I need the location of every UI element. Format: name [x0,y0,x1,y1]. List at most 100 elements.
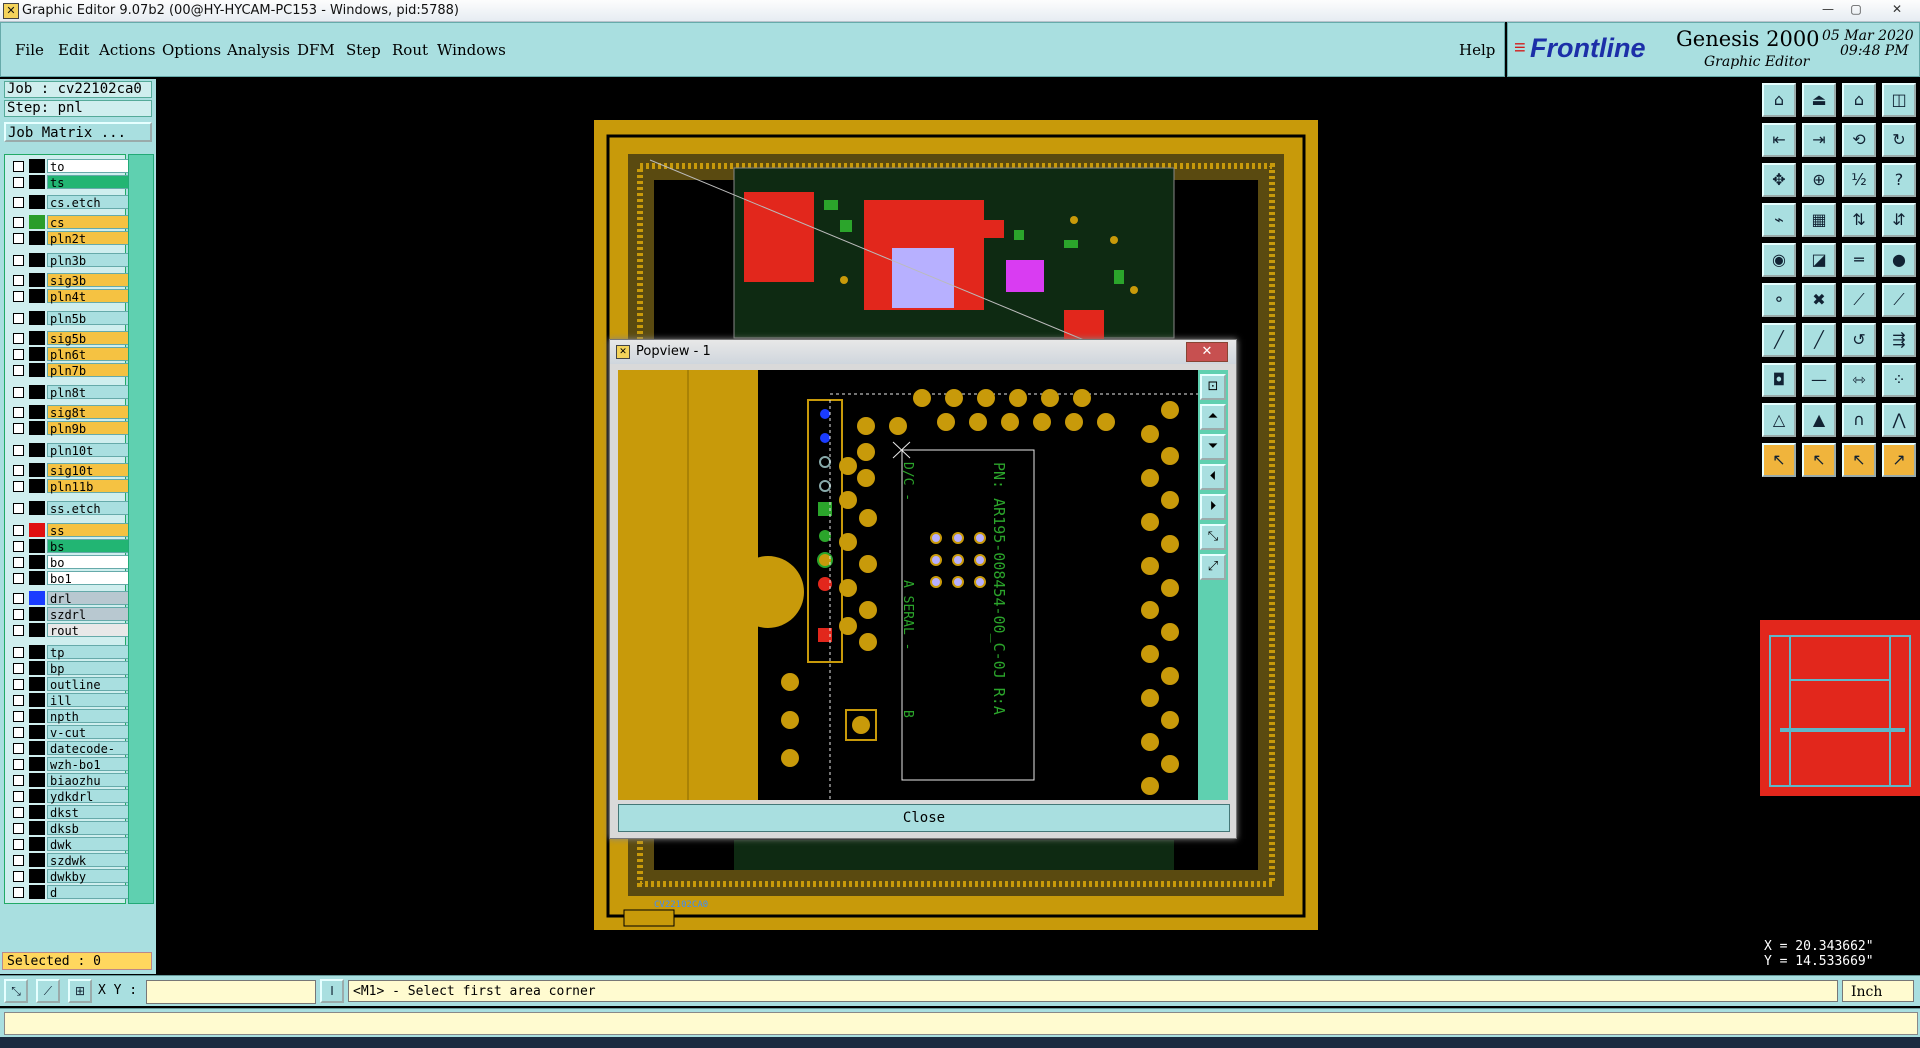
layer-color-swatch[interactable] [29,195,45,209]
layer-color-swatch[interactable] [29,363,45,377]
menu-windows[interactable]: Windows [437,41,506,59]
layer-color-swatch[interactable] [29,555,45,569]
pointer-icon[interactable]: ↖ [1762,443,1796,477]
layer-color-swatch[interactable] [29,231,45,245]
layer-color-swatch[interactable] [29,443,45,457]
layer-name[interactable]: outline [47,677,131,692]
layer-color-swatch[interactable] [29,725,45,739]
layer-row-cs[interactable]: cs [9,215,131,230]
layer-color-swatch[interactable] [29,479,45,493]
layer-name[interactable]: pln3b [47,253,131,268]
pointer-select-icon[interactable]: ↖ [1802,443,1836,477]
layer-row-ss-etch[interactable]: ss.etch [9,501,131,516]
layer-name[interactable]: pln5b [47,311,131,326]
layer-row-sig5b[interactable]: sig5b [9,331,131,346]
layer-color-swatch[interactable] [29,347,45,361]
layer-name[interactable]: datecode-pbo [47,741,131,770]
menu-actions[interactable]: Actions [99,41,155,59]
xy-input[interactable] [146,980,316,1004]
popview-pan-right-icon[interactable]: ⏵ [1200,494,1226,520]
layer-color-swatch[interactable] [29,159,45,173]
layer-name[interactable]: biaozhu [47,773,131,788]
layer-row-sig3b[interactable]: sig3b [9,273,131,288]
popview-zoom-out-icon[interactable]: ⤡ [1200,524,1226,550]
layer-list-scrollbar[interactable] [128,154,154,904]
layer-checkbox[interactable] [13,711,24,722]
layer-color-swatch[interactable] [29,289,45,303]
zoom-fit-icon[interactable]: ⊕ [1802,163,1836,197]
layer-checkbox[interactable] [13,465,24,476]
home-icon[interactable]: ⌂ [1762,83,1796,117]
layer-color-swatch[interactable] [29,869,45,883]
layer-name[interactable]: wzh-bo1 [47,757,131,772]
layer-color-swatch[interactable] [29,789,45,803]
popview-zoom-fit-icon[interactable]: ⊡ [1200,374,1226,400]
layer-row-dwkby[interactable]: dwkby [9,869,131,884]
layer-color-swatch[interactable] [29,821,45,835]
layer-row-ydkdrl[interactable]: ydkdrl [9,789,131,804]
layer-color-swatch[interactable] [29,385,45,399]
layer-checkbox[interactable] [13,445,24,456]
layer-row-pln2t[interactable]: pln2t [9,231,131,246]
layer-color-swatch[interactable] [29,175,45,189]
layer-name[interactable]: v-cut [47,725,131,740]
layer-checkbox[interactable] [13,503,24,514]
menu-help[interactable]: Help [1459,41,1495,59]
layer-checkbox[interactable] [13,871,24,882]
layer-name[interactable]: sig8t [47,405,131,420]
layer-name[interactable]: szdwk [47,853,131,868]
layer-checkbox[interactable] [13,775,24,786]
layer-checkbox[interactable] [13,333,24,344]
layer-name[interactable]: pln10t [47,443,131,458]
layer-checkbox[interactable] [13,855,24,866]
layer-checkbox[interactable] [13,177,24,188]
layer-name[interactable]: pln11b [47,479,131,494]
layer-row-pln6t[interactable]: pln6t [9,347,131,362]
layer-row-dwk[interactable]: dwk [9,837,131,852]
layer-color-swatch[interactable] [29,311,45,325]
layer-checkbox[interactable] [13,365,24,376]
layer-name[interactable]: tp [47,645,131,660]
layer-name[interactable]: bo [47,555,131,570]
units-selector[interactable]: Inch [1842,980,1914,1002]
layer-checkbox[interactable] [13,573,24,584]
layer-row-dkst[interactable]: dkst [9,805,131,820]
layer-color-swatch[interactable] [29,215,45,229]
layer-checkbox[interactable] [13,387,24,398]
layer-color-swatch[interactable] [29,805,45,819]
grid-icon[interactable]: ▦ [1802,203,1836,237]
help-icon[interactable]: ? [1882,163,1916,197]
measure-icon[interactable]: ◪ [1802,243,1836,277]
layer-row-pln3b[interactable]: pln3b [9,253,131,268]
layer-name[interactable]: rout [47,623,131,638]
up-icon[interactable]: ▲ [1802,403,1836,437]
layer-checkbox[interactable] [13,743,24,754]
layer-name[interactable]: drl [47,591,131,606]
layer-color-swatch[interactable] [29,623,45,637]
layer-checkbox[interactable] [13,609,24,620]
menu-file[interactable]: File [15,41,44,59]
layer-name[interactable]: pln8t [47,385,131,400]
arch-icon[interactable]: ∩ [1842,403,1876,437]
layer-name[interactable]: pln4t [47,289,131,304]
layer-checkbox[interactable] [13,807,24,818]
layer-color-swatch[interactable] [29,773,45,787]
layer-name[interactable]: ts [47,175,131,190]
layer-row-bp[interactable]: bp [9,661,131,676]
layer-row-szdwk[interactable]: szdwk [9,853,131,868]
grid-icon[interactable]: ⊞ [68,979,92,1003]
layer-checkbox[interactable] [13,727,24,738]
layer-row-pln7b[interactable]: pln7b [9,363,131,378]
layer-name[interactable]: to [47,159,131,174]
layer-checkbox[interactable] [13,233,24,244]
layer-name[interactable]: pln2t [47,231,131,246]
triangle-icon[interactable]: △ [1762,403,1796,437]
layer-color-swatch[interactable] [29,463,45,477]
pointer-move-icon[interactable]: ↖ [1842,443,1876,477]
layer-checkbox[interactable] [13,275,24,286]
layer-checkbox[interactable] [13,647,24,658]
ruler-icon[interactable]: ═ [1842,243,1876,277]
point-icon[interactable]: ● [1882,243,1916,277]
close-icon[interactable]: ✕ [1880,2,1914,16]
layer-name[interactable]: cs [47,215,131,230]
